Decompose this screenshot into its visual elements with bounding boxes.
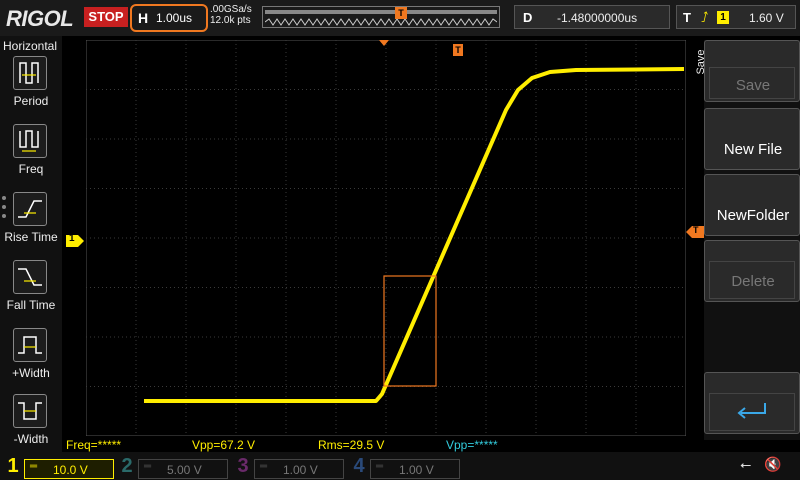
delay-value: -1.48000000us	[557, 11, 638, 25]
channel-2-scale: ═ 5.00 V	[138, 459, 228, 479]
measure-item-positive-width[interactable]: +Width	[0, 328, 62, 390]
sound-muted-icon[interactable]: 🔇	[764, 456, 781, 473]
horizontal-label: H	[138, 10, 149, 26]
timebase-box[interactable]: H 1.00us	[130, 4, 208, 32]
acquisition-info: .00GSa/s 12.0k pts	[210, 4, 252, 26]
memory-depth: 12.0k pts	[210, 15, 251, 26]
ch1-offset-marker[interactable]: 1	[64, 233, 86, 247]
rising-edge-icon: ⭜	[701, 9, 709, 25]
measure-item-rise-time[interactable]: Rise Time	[0, 192, 62, 254]
measure-item-label: Fall Time	[6, 298, 56, 312]
measure-item-fall-time[interactable]: Fall Time	[0, 260, 62, 322]
save-menu: Save New File NewFolder Delete	[704, 40, 800, 440]
enter-icon	[737, 403, 766, 419]
measure-menu: Horizontal Period Freq Rise Time Fall Ti…	[0, 36, 62, 452]
measure-item-label: Freq	[18, 162, 44, 176]
negative-width-icon	[13, 394, 47, 428]
trigger-level-value: 1.60 V	[749, 11, 784, 25]
new-file-button[interactable]: New File	[704, 108, 800, 170]
measure-item-period[interactable]: Period	[0, 56, 62, 118]
memory-overview-waveform	[265, 18, 497, 26]
usb-icon: ⭠	[740, 456, 752, 472]
measure-item-label: -Width	[13, 432, 49, 446]
trigger-box[interactable]: T ⭜ 1 1.60 V	[676, 5, 796, 29]
trigger-level-marker[interactable]: T	[686, 225, 704, 238]
delay-box[interactable]: D -1.48000000us	[514, 5, 670, 29]
trigger-position-marker-top: T	[395, 7, 407, 19]
fall-time-icon	[13, 260, 47, 294]
measurement-freq[interactable]: Freq=*****	[66, 438, 121, 452]
delay-label: D	[523, 10, 533, 25]
new-folder-button[interactable]: NewFolder	[704, 174, 800, 236]
measure-item-label: Period	[13, 94, 49, 108]
channel-bar: 1 ═ 10.0 V 2 ═ 5.00 V 3 ═ 1.00 V 4 ═ 1.0…	[0, 452, 800, 480]
measure-item-label: +Width	[12, 366, 50, 380]
svg-text:T: T	[455, 45, 461, 55]
channel-1-scale: ═ 10.0 V	[24, 459, 114, 479]
trigger-time-marker: T	[453, 44, 463, 56]
memory-overview-bar	[265, 10, 497, 14]
trigger-label: T	[683, 10, 691, 25]
positive-width-icon	[13, 328, 47, 362]
measurement-vpp-alt[interactable]: Vpp=*****	[446, 438, 498, 452]
rigol-logo: RIGOL	[6, 6, 74, 31]
measurement-rms[interactable]: Rms=29.5 V	[318, 438, 384, 452]
run-stop-indicator[interactable]: STOP	[84, 7, 128, 27]
delete-button[interactable]: Delete	[704, 240, 800, 302]
sample-rate: .00GSa/s	[210, 4, 252, 15]
top-status-bar: RIGOL STOP H 1.00us .00GSa/s 12.0k pts T…	[0, 0, 800, 36]
channel-4-scale: ═ 1.00 V	[370, 459, 460, 479]
rise-time-icon	[13, 192, 47, 226]
trigger-source-channel: 1	[717, 11, 729, 24]
measurement-vpp[interactable]: Vpp=67.2 V	[192, 438, 255, 452]
save-button[interactable]: Save	[704, 40, 800, 102]
measure-item-freq[interactable]: Freq	[0, 124, 62, 186]
period-icon	[13, 56, 47, 90]
frequency-icon	[13, 124, 47, 158]
waveform-display[interactable]: T	[86, 40, 686, 436]
enter-button[interactable]	[704, 372, 800, 434]
measure-item-label: Rise Time	[4, 230, 58, 244]
measure-menu-title: Horizontal	[3, 39, 58, 53]
measure-item-negative-width[interactable]: -Width	[0, 394, 62, 456]
timebase-value: 1.00us	[156, 11, 193, 25]
channel-3-scale: ═ 1.00 V	[254, 459, 344, 479]
memory-overview-strip[interactable]	[262, 6, 500, 28]
